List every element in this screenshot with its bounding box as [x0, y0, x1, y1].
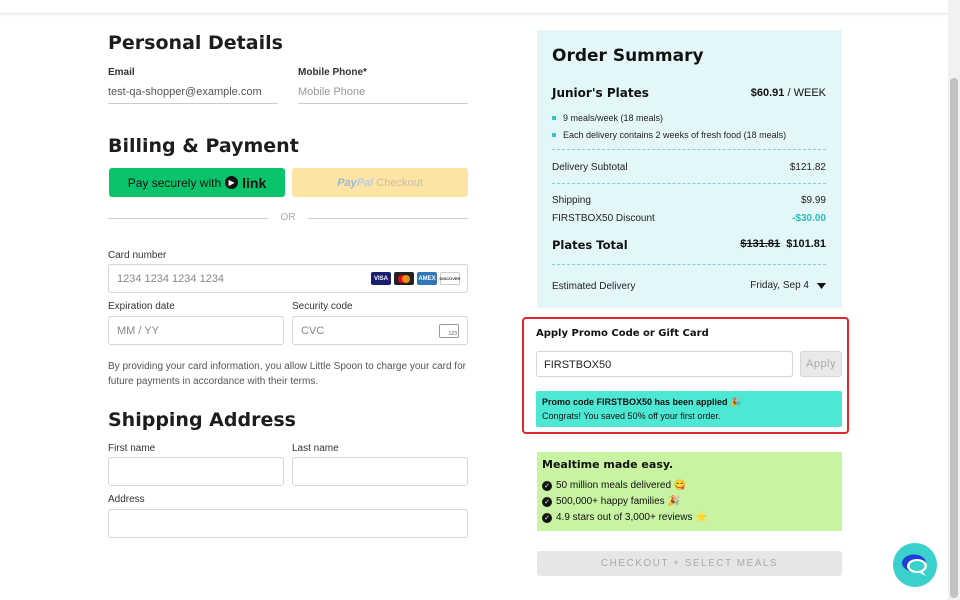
bullet-square-icon [552, 116, 556, 120]
cvc-input[interactable]: CVC 123 [292, 316, 468, 345]
promo-code-section: Apply Promo Code or Gift Card FIRSTBOX50… [522, 317, 849, 434]
check-circle-icon: ✓ [542, 512, 552, 523]
mastercard-icon [394, 272, 414, 285]
card-number-label: Card number [108, 250, 167, 261]
plates-total-label: Plates Total [552, 238, 628, 252]
total-old-price: $131.81 [740, 238, 781, 250]
mealtime-title: Mealtime made easy. [542, 458, 674, 471]
delivery-subtotal-value: $121.82 [789, 162, 826, 173]
check-circle-icon: ✓ [542, 480, 552, 491]
address-label: Address [108, 494, 145, 505]
link-brand-text: link [242, 174, 267, 191]
email-underline [108, 103, 278, 104]
discover-icon: DISCOVER [440, 272, 460, 285]
cvc-placeholder: CVC [301, 325, 325, 337]
plan-price: $60.91 / WEEK [750, 87, 826, 99]
expiry-label: Expiration date [108, 301, 175, 312]
apply-promo-button[interactable]: Apply [800, 351, 842, 377]
check-circle-icon: ✓ [542, 496, 552, 507]
personal-details-heading: Personal Details [108, 32, 283, 54]
estimated-delivery-dropdown[interactable]: Friday, Sep 4 [750, 280, 826, 291]
divider [552, 264, 826, 265]
shipping-label: Shipping [552, 195, 591, 206]
billing-heading: Billing & Payment [108, 135, 299, 157]
link-pay-button[interactable]: Pay securely with ▶ link [109, 168, 285, 197]
amex-icon: AMEX [417, 272, 437, 285]
promo-msg-line1: Promo code FIRSTBOX50 has been applied 🎉 [542, 397, 742, 407]
first-name-input[interactable] [108, 457, 284, 486]
plan-bullet: 9 meals/week (18 meals) [552, 113, 663, 123]
mealtime-item: ✓ 500,000+ happy families 🎉 [542, 496, 680, 507]
order-summary-panel: Order Summary Junior's Plates $60.91 / W… [537, 30, 842, 308]
shipping-heading: Shipping Address [108, 409, 296, 431]
cvc-card-icon: 123 [439, 324, 459, 338]
shipping-value: $9.99 [800, 195, 826, 206]
promo-code-value: FIRSTBOX50 [544, 359, 612, 371]
or-divider-text: OR [280, 212, 296, 223]
visa-icon: VISA [371, 272, 391, 285]
estimated-delivery-label: Estimated Delivery [552, 281, 636, 292]
total-new-price: $101.81 [786, 238, 826, 250]
first-name-label: First name [108, 443, 156, 454]
promo-success-message: Promo code FIRSTBOX50 has been applied 🎉… [536, 391, 842, 427]
mealtime-item: ✓ 4.9 stars out of 3,000+ reviews ⭐ [542, 512, 708, 523]
estimated-delivery-value: Friday, Sep 4 [750, 280, 809, 291]
expiry-input[interactable]: MM / YY [108, 316, 284, 345]
paypal-checkout-text: Checkout [376, 176, 423, 189]
email-label: Email [108, 67, 135, 78]
expiry-placeholder: MM / YY [117, 325, 159, 337]
plan-name: Junior's Plates [552, 86, 649, 100]
checkout-select-meals-button[interactable]: CHECKOUT + SELECT MEALS [537, 551, 842, 576]
promo-msg-line2: Congrats! You saved 50% off your first o… [542, 411, 721, 421]
discount-label: FIRSTBOX50 Discount [552, 213, 655, 224]
card-number-placeholder: 1234 1234 1234 1234 [117, 273, 225, 285]
delivery-subtotal-label: Delivery Subtotal [552, 162, 628, 173]
mealtime-item: ✓ 50 million meals delivered 😋 [542, 480, 686, 491]
or-divider-right [308, 218, 468, 219]
link-arrow-icon: ▶ [225, 176, 239, 189]
address-input[interactable] [108, 509, 468, 538]
top-header-bar [0, 0, 948, 13]
promo-code-input[interactable]: FIRSTBOX50 [536, 351, 793, 377]
chat-widget-button[interactable] [893, 543, 937, 587]
discount-value: -$30.00 [792, 213, 826, 224]
caret-down-icon [817, 282, 826, 289]
last-name-input[interactable] [292, 457, 468, 486]
card-disclaimer: By providing your card information, you … [108, 361, 466, 387]
plan-bullet: Each delivery contains 2 weeks of fresh … [552, 130, 786, 140]
phone-underline [298, 103, 468, 104]
phone-field[interactable]: Mobile Phone [298, 86, 365, 98]
order-summary-title: Order Summary [552, 46, 704, 66]
or-divider-left [108, 218, 268, 219]
scrollbar-thumb[interactable] [950, 78, 958, 598]
paypal-checkout-button[interactable]: PayPal Checkout [292, 168, 468, 197]
paypal-logo: PayPal [337, 176, 374, 189]
phone-label: Mobile Phone* [298, 67, 367, 78]
divider [552, 149, 826, 150]
link-pay-label: Pay securely with [127, 175, 222, 190]
mealtime-panel: Mealtime made easy. ✓ 50 million meals de… [537, 452, 842, 531]
cvc-label: Security code [292, 301, 353, 312]
card-number-input[interactable]: 1234 1234 1234 1234 VISA AMEX DISCOVER [108, 264, 468, 293]
divider [552, 183, 826, 184]
last-name-label: Last name [292, 443, 339, 454]
email-field[interactable]: test-qa-shopper@example.com [108, 86, 262, 98]
chat-bubble-icon [902, 554, 927, 576]
bullet-square-icon [552, 133, 556, 137]
promo-title: Apply Promo Code or Gift Card [536, 328, 709, 339]
plates-total-values: $131.81 $101.81 [740, 238, 826, 250]
